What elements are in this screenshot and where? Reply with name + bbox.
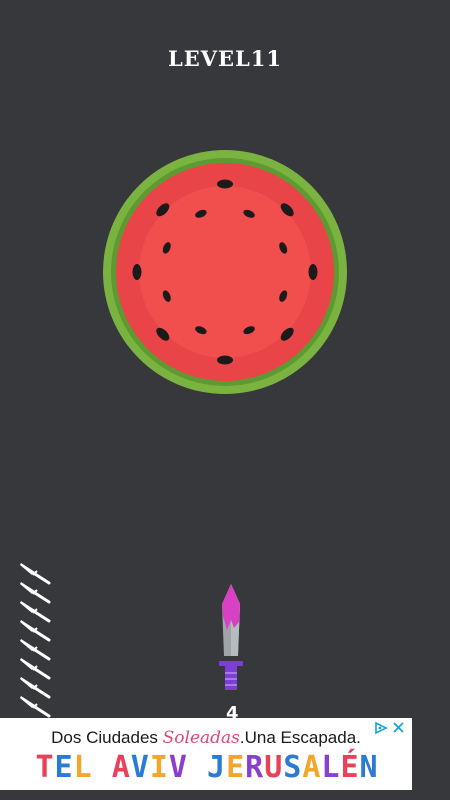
ad-banner[interactable]: Dos Ciudades Soleadas.Una Escapada. TEL … (0, 718, 412, 790)
ad-letter: I (149, 750, 169, 785)
ad-letter: N (359, 750, 379, 785)
ad-letter: A (302, 750, 322, 785)
ad-choices-icon[interactable] (375, 721, 388, 735)
ad-letter (93, 750, 112, 785)
ad-letter: E (226, 750, 246, 785)
ad-letter: E (54, 750, 74, 785)
ad-choices-controls[interactable] (372, 720, 408, 736)
ad-letter: T (35, 750, 55, 785)
ad-letter: R (245, 750, 265, 785)
watermelon-seed (308, 264, 318, 280)
ad-headline-start: Dos Ciudades (51, 728, 163, 747)
watermelon-target (103, 150, 347, 394)
ad-letter: J (207, 750, 227, 785)
watermelon-seed (217, 179, 233, 189)
ad-letter: L (73, 750, 93, 785)
ad-letter: A (111, 750, 131, 785)
watermelon-seed (132, 264, 142, 280)
level-title: LEVEL11 (167, 46, 283, 71)
ad-headline-accent: Soleadas (162, 728, 240, 748)
ad-letter: U (264, 750, 284, 785)
watermelon-seed (217, 355, 233, 365)
ad-destinations[interactable]: TEL AVIV JERUSALÉN (14, 750, 400, 785)
remaining-knives-stack (18, 560, 58, 720)
ad-letter: S (283, 750, 303, 785)
ad-letter: V (130, 750, 150, 785)
ad-letter (188, 750, 207, 785)
player-knife[interactable] (216, 582, 246, 694)
ad-headline[interactable]: Dos Ciudades Soleadas.Una Escapada. (0, 728, 412, 748)
ad-side-strip (412, 718, 450, 790)
ad-letter: V (168, 750, 188, 785)
close-icon[interactable] (393, 722, 404, 733)
ad-letter: É (340, 750, 360, 785)
ad-letter: L (321, 750, 341, 785)
game-stage[interactable]: LEVEL11 4 Dos Ciudades Soleadas.Una Esca… (0, 0, 450, 800)
ad-headline-end: .Una Escapada. (239, 728, 361, 747)
